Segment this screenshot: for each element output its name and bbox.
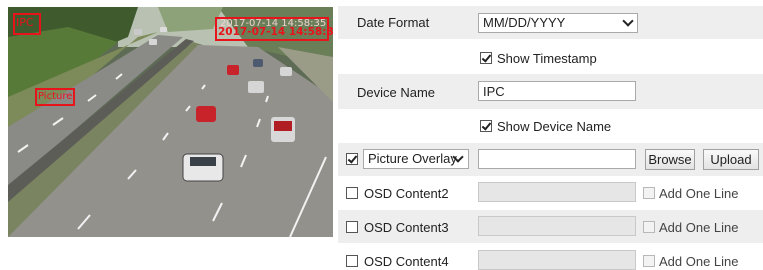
osd-content3-add-line-checkbox[interactable] [643, 221, 655, 233]
show-device-name-row: Show Device Name [338, 110, 763, 143]
timestamp-overlay-text: 2017-07-14 14:58:35 [218, 26, 333, 38]
osd-content4-row: OSD Content4 Add One Line [338, 244, 763, 270]
osd-content4-add-line-checkbox[interactable] [643, 255, 655, 267]
osd-content2-checkbox[interactable] [346, 187, 358, 199]
ipc-overlay-text: IPC [16, 16, 34, 29]
osd-content2-label: OSD Content2 [364, 186, 449, 201]
osd-content4-input[interactable] [478, 250, 636, 270]
osd-content4-add-line-label: Add One Line [659, 254, 739, 269]
date-format-select[interactable]: MM/DD/YYYY [478, 13, 638, 33]
show-device-name-label: Show Device Name [497, 119, 612, 134]
device-name-row: Device Name [338, 74, 763, 109]
osd-content3-input[interactable] [478, 216, 636, 236]
date-format-label: Date Format [357, 15, 430, 30]
overlay-type-value: Picture Overlay [368, 151, 457, 166]
osd-content4-label: OSD Content4 [364, 254, 449, 269]
date-format-value: MM/DD/YYYY [483, 15, 566, 30]
browse-button[interactable]: Browse [645, 149, 695, 170]
picture-overlay-text: Picture [38, 91, 73, 102]
osd-content2-add-line-checkbox[interactable] [643, 187, 655, 199]
upload-button[interactable]: Upload [703, 149, 759, 170]
osd-content4-checkbox[interactable] [346, 255, 358, 267]
picture-overlay-checkbox[interactable] [346, 153, 358, 165]
highway-scene-image [8, 7, 333, 237]
osd-content3-label: OSD Content3 [364, 220, 449, 235]
chevron-down-icon [622, 15, 634, 27]
show-timestamp-label: Show Timestamp [497, 51, 597, 66]
osd-content3-add-line-label: Add One Line [659, 220, 739, 235]
osd-content2-input[interactable] [478, 182, 636, 202]
show-timestamp-checkbox[interactable] [480, 52, 492, 64]
osd-content3-row: OSD Content3 Add One Line [338, 210, 763, 243]
osd-content2-row: OSD Content2 Add One Line [338, 176, 763, 209]
camera-preview: IPC Picture 2017-07-14 14:58:35 2017-07-… [8, 7, 333, 237]
show-timestamp-row: Show Timestamp [338, 40, 763, 73]
device-name-input[interactable] [478, 81, 636, 101]
device-name-label: Device Name [357, 85, 436, 100]
picture-overlay-file-input[interactable] [478, 149, 636, 169]
show-device-name-checkbox[interactable] [480, 120, 492, 132]
date-format-row: Date Format MM/DD/YYYY [338, 6, 763, 39]
picture-overlay-row: Picture Overlay Browse Upload [338, 143, 763, 176]
overlay-type-select[interactable]: Picture Overlay [363, 149, 469, 169]
osd-content3-checkbox[interactable] [346, 221, 358, 233]
osd-content2-add-line-label: Add One Line [659, 186, 739, 201]
